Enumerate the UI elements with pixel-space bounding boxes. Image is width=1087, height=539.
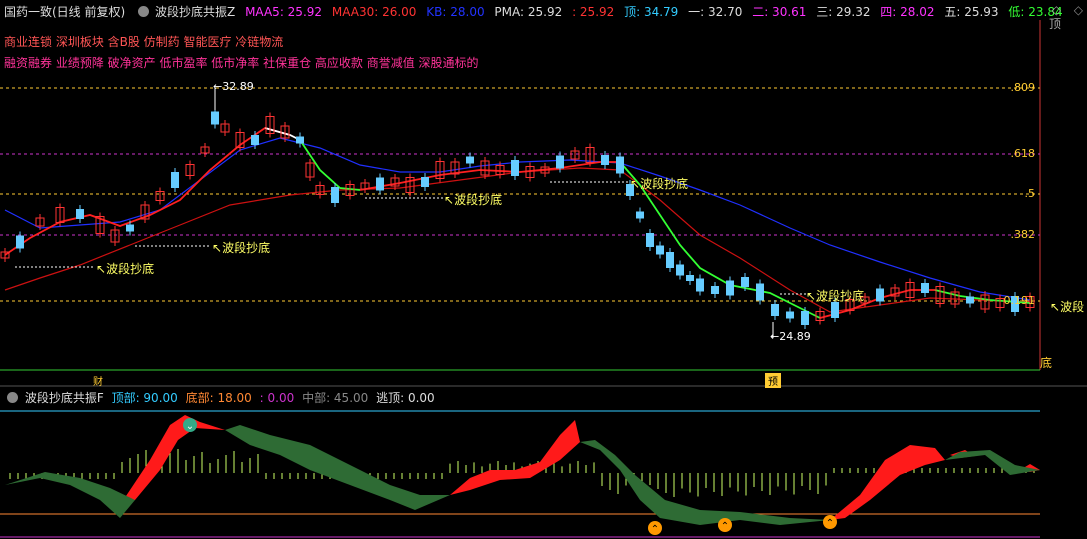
ma-fast-red-line bbox=[4, 127, 291, 256]
candle bbox=[726, 280, 734, 296]
band-green-2 bbox=[225, 425, 450, 510]
candle bbox=[601, 155, 609, 165]
level-label-5: .5 bbox=[1024, 187, 1036, 200]
band-red-1 bbox=[120, 415, 225, 505]
candle bbox=[376, 177, 384, 191]
high-price-label: ←32.89 bbox=[213, 80, 254, 93]
candle bbox=[696, 278, 704, 292]
level-label-618: .618 bbox=[1010, 147, 1036, 160]
right-bottom-label: 底 bbox=[1040, 356, 1053, 370]
level-label-382: .382 bbox=[1010, 228, 1036, 241]
candle bbox=[686, 275, 694, 281]
svg-text:⌃: ⌃ bbox=[826, 518, 834, 529]
band-red-2 bbox=[450, 420, 580, 495]
candle bbox=[711, 286, 719, 294]
candle bbox=[786, 311, 794, 319]
candle bbox=[636, 211, 644, 219]
candle bbox=[251, 135, 259, 145]
candle bbox=[876, 288, 884, 302]
oscillator-chart[interactable]: ⌄ ⌃ ⌃ ⌃ bbox=[0, 400, 1087, 539]
signal-label-1: ↖波段抄底 bbox=[96, 262, 155, 276]
band-green-1 bbox=[5, 472, 135, 518]
candle bbox=[831, 302, 839, 318]
candle bbox=[211, 111, 219, 125]
signal-label-5: ↖波段抄底 bbox=[806, 289, 865, 303]
forecast-marker[interactable]: 预 bbox=[765, 373, 781, 388]
candle bbox=[556, 155, 564, 169]
signal-label-2: ↖波段抄底 bbox=[212, 241, 271, 255]
candle bbox=[511, 160, 519, 176]
candle bbox=[756, 283, 764, 301]
candle bbox=[421, 177, 429, 187]
candle bbox=[966, 296, 974, 304]
candle bbox=[666, 252, 674, 268]
candle bbox=[676, 264, 684, 276]
svg-text:⌃: ⌃ bbox=[721, 521, 729, 532]
finance-marker[interactable]: 财 bbox=[90, 373, 106, 388]
low-price-label: ←24.89 bbox=[770, 330, 811, 343]
candle bbox=[656, 245, 664, 255]
candle bbox=[126, 224, 134, 232]
candle bbox=[741, 277, 749, 287]
candle bbox=[801, 311, 809, 325]
signal-label-6: ↖波段 bbox=[1050, 300, 1085, 314]
candle bbox=[466, 156, 474, 164]
candle bbox=[331, 187, 339, 203]
candle bbox=[921, 283, 929, 293]
band-red-3 bbox=[830, 445, 945, 520]
band-green-4 bbox=[945, 450, 1040, 475]
svg-text:⌄: ⌄ bbox=[186, 421, 194, 432]
candle bbox=[296, 136, 304, 144]
svg-text:⌃: ⌃ bbox=[651, 524, 659, 535]
level-label-809: .809 bbox=[1010, 81, 1036, 94]
candle bbox=[171, 172, 179, 188]
candle bbox=[646, 233, 654, 247]
ma-fast-green-line bbox=[299, 139, 361, 191]
candle bbox=[76, 209, 84, 219]
level-label-191: 0.191 bbox=[1003, 294, 1036, 307]
candle bbox=[771, 304, 779, 316]
candle bbox=[616, 156, 624, 174]
signal-label-3: ↖波段抄底 bbox=[444, 193, 503, 207]
signal-label-4: ↖波段抄底 bbox=[630, 177, 689, 191]
candlesticks bbox=[0, 107, 1035, 329]
candle bbox=[16, 235, 24, 249]
